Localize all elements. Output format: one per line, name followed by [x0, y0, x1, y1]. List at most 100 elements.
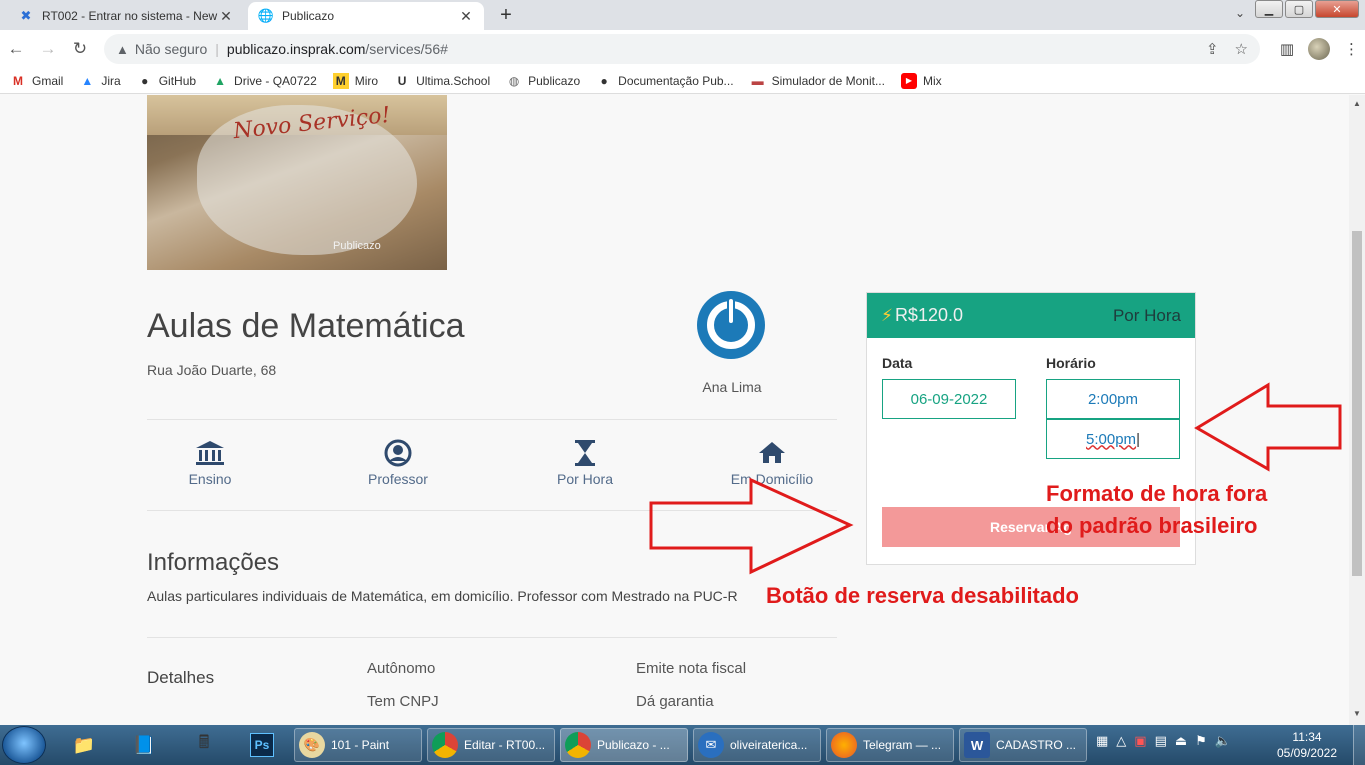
- adobe-tray-icon[interactable]: ▣: [1134, 733, 1146, 749]
- price: R$120.0: [894, 305, 963, 325]
- word-icon: W: [964, 732, 990, 758]
- explorer-icon[interactable]: 📁: [62, 729, 106, 761]
- annotation-time-format-line2: do padrão brasileiro: [1046, 513, 1258, 538]
- photoshop-icon[interactable]: Ps: [240, 729, 284, 761]
- cover-brand: Publicazo: [333, 240, 381, 252]
- chevron-down-icon[interactable]: ⌄: [1235, 6, 1245, 20]
- bank-icon: [145, 439, 275, 467]
- feature-label: Ensino: [188, 471, 232, 487]
- service-address: Rua João Duarte, 68: [147, 362, 277, 378]
- tab-rt002[interactable]: ✖ RT002 - Entrar no sistema - New ✕: [8, 2, 244, 30]
- drive-tray-icon[interactable]: △: [1116, 733, 1126, 749]
- feature-em-domicilio: Em Domicílio: [707, 439, 837, 487]
- taskbar-item-chrome-publicazo[interactable]: Publicazo - ...: [560, 728, 688, 762]
- thunderbird-icon: ✉: [698, 732, 724, 758]
- gmail-icon: M: [13, 73, 23, 88]
- bookmark-gmail[interactable]: M Gmail: [10, 73, 63, 89]
- share-icon[interactable]: ⇪: [1206, 40, 1219, 58]
- github-icon: ●: [600, 73, 608, 88]
- close-window-button[interactable]: ✕: [1315, 0, 1359, 18]
- date-label: Data: [882, 355, 913, 371]
- text-cursor: |: [1136, 430, 1140, 448]
- x-brand-icon: ✖: [20, 8, 32, 23]
- taskbar-item-firefox[interactable]: Telegram — ...: [826, 728, 954, 762]
- feature-professor: Professor: [333, 439, 463, 487]
- show-desktop-button[interactable]: [1353, 725, 1365, 765]
- security-label: Não seguro: [134, 41, 208, 57]
- scroll-thumb[interactable]: [1352, 231, 1362, 576]
- ultima-icon: U: [397, 73, 407, 88]
- youtube-icon: ▶: [900, 72, 917, 89]
- booking-card-header: ⚡ R$120.0 Por Hora: [867, 293, 1195, 338]
- browser-toolbar: ← → ↻ ▲ Não seguro | publicazo.insprak.c…: [0, 30, 1365, 68]
- screen: ✖ RT002 - Entrar no sistema - New ✕ 🌐 Pu…: [0, 0, 1365, 765]
- profile-avatar[interactable]: [1308, 38, 1330, 60]
- paint-icon: 🎨: [299, 732, 325, 758]
- side-panel-icon[interactable]: ▥: [1280, 40, 1294, 58]
- taskbar-item-chrome-editar[interactable]: Editar - RT00...: [427, 728, 555, 762]
- forward-arrow-icon[interactable]: →: [32, 39, 64, 59]
- tab-title: RT002 - Entrar no sistema - New: [42, 9, 218, 23]
- flag-tray-icon[interactable]: ⚑: [1195, 733, 1207, 749]
- time-end-field[interactable]: 5:00pm |: [1046, 419, 1180, 459]
- bookmark-miro[interactable]: M Miro: [332, 72, 378, 89]
- globe-icon: 🌐: [257, 8, 275, 23]
- detail-item: Autônomo: [367, 660, 436, 677]
- feature-label: Em Domicílio: [730, 471, 814, 487]
- close-tab-icon[interactable]: ✕: [218, 8, 234, 25]
- firefox-icon: [831, 732, 857, 758]
- bookmark-jira[interactable]: ▲ Jira: [79, 73, 120, 89]
- app-tray-icon[interactable]: ▦: [1096, 733, 1108, 749]
- notes-icon[interactable]: 📘: [122, 729, 166, 761]
- system-tray: ▦ △ ▣ ▤ ⏏ ⚑ 🔈: [1096, 733, 1231, 749]
- star-icon[interactable]: ☆: [1235, 40, 1248, 58]
- bookmark-docs[interactable]: ● Documentação Pub...: [596, 73, 734, 89]
- hourglass-icon: [520, 439, 650, 467]
- taskbar-item-thunderbird[interactable]: ✉ oliveiraterica...: [693, 728, 821, 762]
- system-clock[interactable]: 11:34 05/09/2022: [1272, 729, 1342, 761]
- clock-time: 11:34: [1292, 730, 1322, 744]
- network-tray-icon[interactable]: ▤: [1155, 733, 1167, 749]
- date-field[interactable]: 06-09-2022: [882, 379, 1016, 419]
- new-tab-button[interactable]: +: [494, 4, 518, 27]
- page-title: Aulas de Matemática: [147, 307, 465, 345]
- price-unit: Por Hora: [1112, 305, 1181, 325]
- annotation-time-format-line1: Formato de hora fora: [1046, 481, 1268, 506]
- time-end-value: 5:00pm: [1086, 430, 1137, 448]
- lightning-icon: ⚡: [881, 305, 893, 325]
- minimize-button[interactable]: ▁: [1255, 0, 1283, 18]
- bookmark-drive[interactable]: ▲ Drive - QA0722: [212, 73, 317, 89]
- start-button[interactable]: [2, 726, 46, 764]
- clock-date: 05/09/2022: [1276, 746, 1338, 760]
- tab-publicazo[interactable]: 🌐 Publicazo ✕: [248, 2, 484, 30]
- reload-icon[interactable]: ↻: [64, 39, 96, 59]
- simulator-icon: ▬: [751, 73, 764, 88]
- calculator-icon[interactable]: 🖩: [182, 729, 226, 761]
- bookmarks-bar: M Gmail ▲ Jira ● GitHub ▲ Drive - QA0722 M Mi…: [0, 68, 1365, 94]
- page-content: Novo Serviço! Publicazo Aulas de Matemát…: [0, 95, 1349, 725]
- bookmark-simulador[interactable]: ▬ Simulador de Monit...: [750, 73, 885, 89]
- address-bar[interactable]: ▲ Não seguro | publicazo.insprak.com/ser…: [104, 34, 1260, 64]
- menu-kebab-icon[interactable]: ⋮: [1344, 40, 1359, 58]
- scroll-up-icon[interactable]: ▲: [1353, 99, 1361, 108]
- back-arrow-icon[interactable]: ←: [0, 39, 32, 59]
- time-start-field[interactable]: 2:00pm: [1046, 379, 1180, 419]
- bookmark-ultima[interactable]: U Ultima.School: [394, 73, 490, 89]
- provider-name[interactable]: Ana Lima: [682, 379, 782, 395]
- bookmark-github[interactable]: ● GitHub: [137, 73, 196, 89]
- chrome-icon: [565, 732, 591, 758]
- maximize-button[interactable]: ▢: [1285, 0, 1313, 18]
- feature-label: Por Hora: [556, 471, 614, 487]
- usb-tray-icon[interactable]: ⏏: [1175, 733, 1187, 749]
- provider-avatar[interactable]: [697, 291, 765, 359]
- close-tab-icon[interactable]: ✕: [458, 8, 474, 25]
- feature-label: Professor: [368, 471, 428, 487]
- page-scrollbar[interactable]: ▲ ▼: [1349, 95, 1365, 725]
- bookmark-mix[interactable]: ▶ Mix: [900, 72, 942, 89]
- scroll-down-icon[interactable]: ▼: [1353, 709, 1361, 718]
- bookmark-publicazo[interactable]: ◍ Publicazo: [506, 73, 580, 89]
- taskbar-item-paint[interactable]: 🎨 101 - Paint: [294, 728, 422, 762]
- chrome-icon: [432, 732, 458, 758]
- taskbar-item-word[interactable]: W CADASTRO ...: [959, 728, 1087, 762]
- volume-tray-icon[interactable]: 🔈: [1215, 733, 1231, 749]
